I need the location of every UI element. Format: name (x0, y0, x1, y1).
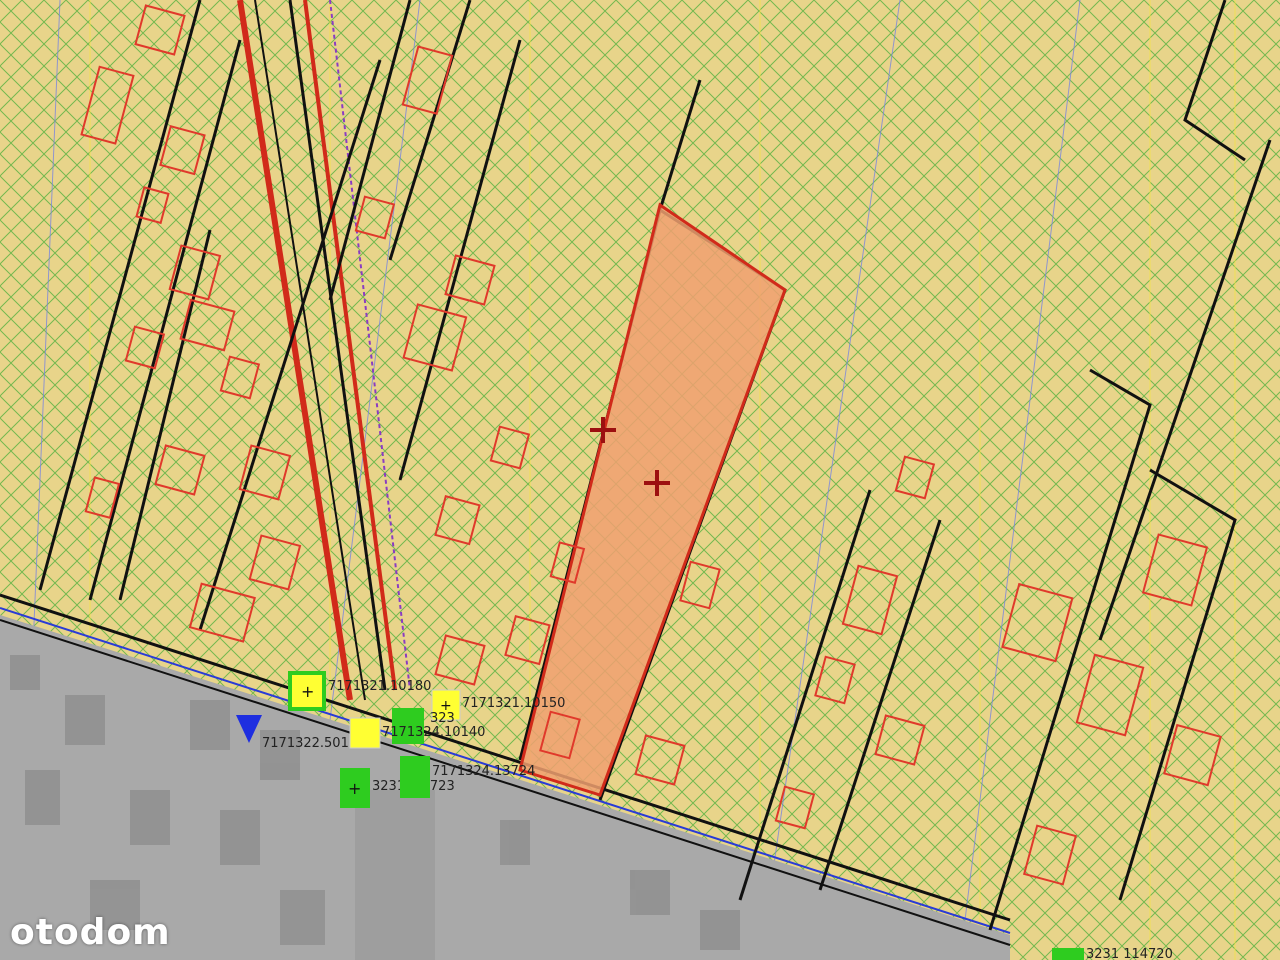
watermark-logo: otodom (10, 912, 171, 953)
marker-label-3: 7171322.5010 (262, 736, 357, 751)
marker-green-3[interactable] (400, 756, 430, 798)
marker-label-7: 7171324.13724 (432, 764, 535, 779)
marker-label-1: 7171321.10180 (328, 679, 431, 694)
marker-green-2-plus: + (348, 779, 361, 798)
marker-green-4[interactable] (1052, 948, 1084, 960)
marker-label-4: 323 (430, 711, 455, 726)
marker-yellow-3[interactable] (349, 717, 381, 749)
side-road (355, 790, 435, 960)
marker-label-2: 7171321.10150 (462, 696, 565, 711)
marker-yellow-1-plus: + (301, 682, 314, 701)
marker-label-5: 7171324.10140 (382, 725, 485, 740)
marker-label-8: 3231 114720 (1086, 947, 1173, 960)
cadastral-map[interactable]: + 7171321.10180 + 7171321.10150 7171322.… (0, 0, 1280, 960)
